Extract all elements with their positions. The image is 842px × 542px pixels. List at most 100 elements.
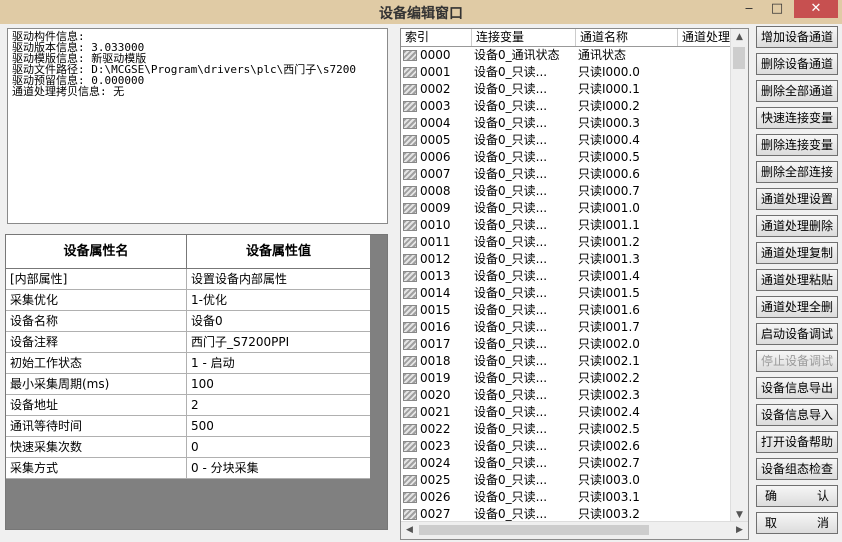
table-row[interactable]: 0006 设备0_只读... 只读I000.5 — [401, 149, 748, 166]
table-row[interactable]: 0003 设备0_只读... 只读I000.2 — [401, 98, 748, 115]
property-value[interactable]: 1 - 启动 — [187, 353, 370, 373]
driver-info-box[interactable]: 驱动构件信息: 驱动版本信息: 3.033000 驱动模版信息: 新驱动模版 驱动文件… — [7, 28, 388, 224]
channel-processing[interactable] — [678, 251, 733, 268]
channel-variable[interactable]: 设备0_只读... — [472, 183, 576, 200]
property-row[interactable]: 采集方式 0 - 分块采集 — [6, 458, 370, 479]
table-row[interactable]: 0025 设备0_只读... 只读I003.0 — [401, 472, 748, 489]
table-row[interactable]: 0012 设备0_只读... 只读I001.3 — [401, 251, 748, 268]
property-row[interactable]: 通讯等待时间 500 — [6, 416, 370, 437]
channel-variable[interactable]: 设备0_只读... — [472, 115, 576, 132]
channel-variable[interactable]: 设备0_只读... — [472, 285, 576, 302]
horizontal-scrollbar[interactable]: ◀ ▶ — [401, 521, 748, 539]
channel-processing[interactable] — [678, 200, 733, 217]
action-button[interactable]: 快速连接变量 — [756, 107, 838, 129]
channel-variable[interactable]: 设备0_通讯状态 — [472, 47, 576, 64]
channel-variable[interactable]: 设备0_只读... — [472, 489, 576, 506]
action-button[interactable]: 增加设备通道 — [756, 26, 838, 48]
table-row[interactable]: 0015 设备0_只读... 只读I001.6 — [401, 302, 748, 319]
property-value[interactable]: 0 — [187, 437, 370, 457]
property-value[interactable]: 西门子_S7200PPI — [187, 332, 370, 352]
action-button[interactable]: 通道处理复制 — [756, 242, 838, 264]
table-row[interactable]: 0000 设备0_通讯状态 通讯状态 — [401, 47, 748, 64]
channel-processing[interactable] — [678, 132, 733, 149]
action-button[interactable]: 删除全部连接 — [756, 161, 838, 183]
channel-processing[interactable] — [678, 285, 733, 302]
property-row[interactable]: 设备名称 设备0 — [6, 311, 370, 332]
action-button[interactable]: 删除全部通道 — [756, 80, 838, 102]
table-row[interactable]: 0014 设备0_只读... 只读I001.5 — [401, 285, 748, 302]
table-row[interactable]: 0019 设备0_只读... 只读I002.2 — [401, 370, 748, 387]
channel-processing[interactable] — [678, 115, 733, 132]
action-button[interactable]: 通道处理设置 — [756, 188, 838, 210]
table-row[interactable]: 0005 设备0_只读... 只读I000.4 — [401, 132, 748, 149]
channel-variable[interactable]: 设备0_只读... — [472, 438, 576, 455]
property-row[interactable]: 设备注释 西门子_S7200PPI — [6, 332, 370, 353]
minimize-button[interactable]: ‒ — [736, 0, 762, 18]
table-row[interactable]: 0007 设备0_只读... 只读I000.6 — [401, 166, 748, 183]
action-button[interactable]: 通道处理全删 — [756, 296, 838, 318]
channel-processing[interactable] — [678, 455, 733, 472]
table-row[interactable]: 0018 设备0_只读... 只读I002.1 — [401, 353, 748, 370]
channel-variable[interactable]: 设备0_只读... — [472, 217, 576, 234]
action-button[interactable]: 打开设备帮助 — [756, 431, 838, 453]
channel-processing[interactable] — [678, 404, 733, 421]
scroll-right-icon[interactable]: ▶ — [731, 522, 748, 539]
property-value[interactable]: 1-优化 — [187, 290, 370, 310]
channel-variable[interactable]: 设备0_只读... — [472, 200, 576, 217]
property-row[interactable]: [内部属性] 设置设备内部属性 — [6, 269, 370, 290]
channel-variable[interactable]: 设备0_只读... — [472, 234, 576, 251]
property-value[interactable]: 0 - 分块采集 — [187, 458, 370, 478]
channel-processing[interactable] — [678, 302, 733, 319]
channel-variable[interactable]: 设备0_只读... — [472, 251, 576, 268]
property-value[interactable]: 设置设备内部属性 — [187, 269, 370, 289]
channel-variable[interactable]: 设备0_只读... — [472, 336, 576, 353]
action-button[interactable]: 删除设备通道 — [756, 53, 838, 75]
horizontal-scroll-thumb[interactable] — [419, 525, 649, 535]
channel-variable[interactable]: 设备0_只读... — [472, 455, 576, 472]
table-row[interactable]: 0004 设备0_只读... 只读I000.3 — [401, 115, 748, 132]
maximize-button[interactable]: □ — [764, 0, 790, 18]
table-row[interactable]: 0024 设备0_只读... 只读I002.7 — [401, 455, 748, 472]
channel-variable[interactable]: 设备0_只读... — [472, 81, 576, 98]
channel-variable[interactable]: 设备0_只读... — [472, 319, 576, 336]
action-button[interactable]: 设备信息导入 — [756, 404, 838, 426]
table-row[interactable]: 0023 设备0_只读... 只读I002.6 — [401, 438, 748, 455]
vertical-scroll-thumb[interactable] — [733, 47, 745, 69]
scroll-up-icon[interactable]: ▲ — [731, 29, 748, 46]
channel-processing[interactable] — [678, 81, 733, 98]
table-row[interactable]: 0010 设备0_只读... 只读I001.1 — [401, 217, 748, 234]
action-button[interactable]: 删除连接变量 — [756, 134, 838, 156]
channel-variable[interactable]: 设备0_只读... — [472, 353, 576, 370]
column-header[interactable]: 索引 — [401, 29, 472, 46]
column-header[interactable]: 通道处理 — [678, 29, 733, 46]
channel-variable[interactable]: 设备0_只读... — [472, 370, 576, 387]
channel-variable[interactable]: 设备0_只读... — [472, 64, 576, 81]
vertical-scrollbar[interactable]: ▲ ▼ — [730, 29, 748, 524]
channel-processing[interactable] — [678, 472, 733, 489]
scroll-left-icon[interactable]: ◀ — [401, 522, 418, 539]
property-row[interactable]: 初始工作状态 1 - 启动 — [6, 353, 370, 374]
table-row[interactable]: 0026 设备0_只读... 只读I003.1 — [401, 489, 748, 506]
channel-variable[interactable]: 设备0_只读... — [472, 387, 576, 404]
property-value[interactable]: 500 — [187, 416, 370, 436]
table-row[interactable]: 0002 设备0_只读... 只读I000.1 — [401, 81, 748, 98]
column-header[interactable]: 通道名称 — [576, 29, 678, 46]
close-button[interactable]: ✕ — [794, 0, 838, 18]
channel-processing[interactable] — [678, 98, 733, 115]
channel-processing[interactable] — [678, 353, 733, 370]
property-row[interactable]: 采集优化 1-优化 — [6, 290, 370, 311]
property-row[interactable]: 设备地址 2 — [6, 395, 370, 416]
channel-variable[interactable]: 设备0_只读... — [472, 132, 576, 149]
channel-processing[interactable] — [678, 319, 733, 336]
channel-variable[interactable]: 设备0_只读... — [472, 268, 576, 285]
channel-processing[interactable] — [678, 64, 733, 81]
action-button[interactable]: 设备信息导出 — [756, 377, 838, 399]
table-row[interactable]: 0013 设备0_只读... 只读I001.4 — [401, 268, 748, 285]
channel-variable[interactable]: 设备0_只读... — [472, 472, 576, 489]
action-button[interactable]: 通道处理粘贴 — [756, 269, 838, 291]
property-row[interactable]: 最小采集周期(ms) 100 — [6, 374, 370, 395]
property-value[interactable]: 2 — [187, 395, 370, 415]
column-header[interactable]: 连接变量 — [472, 29, 576, 46]
channel-processing[interactable] — [678, 387, 733, 404]
channel-processing[interactable] — [678, 489, 733, 506]
